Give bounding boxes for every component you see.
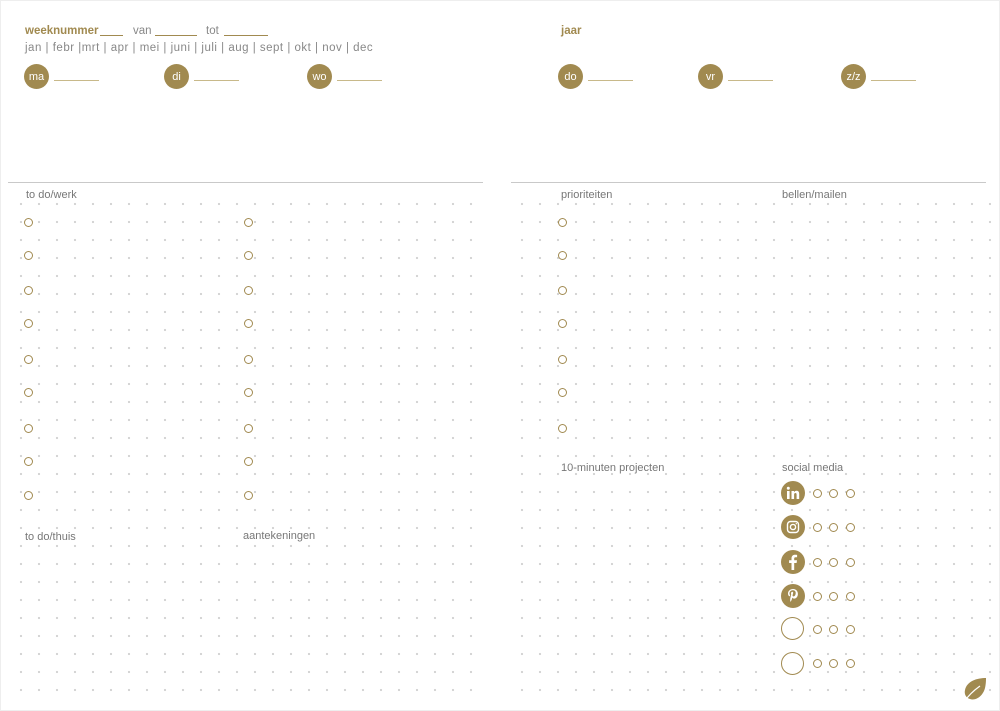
section-title-social-media: social media: [782, 462, 844, 474]
social-checkbox[interactable]: [813, 523, 822, 532]
instagram-icon-glyph: [786, 520, 800, 534]
todo-work-checkbox[interactable]: [24, 424, 33, 433]
planner-page: weeknummer van tot jan | febr |mrt | apr…: [0, 0, 1000, 711]
social-checkbox[interactable]: [846, 523, 855, 532]
social-checkbox[interactable]: [813, 489, 822, 498]
social-checkbox[interactable]: [813, 659, 822, 668]
social-checkbox[interactable]: [829, 558, 838, 567]
section-title-call-mail: bellen/mailen: [782, 189, 847, 201]
social-checkbox[interactable]: [829, 523, 838, 532]
social-checkbox[interactable]: [846, 558, 855, 567]
day-circle-do: do: [558, 64, 583, 89]
todo-work-checkbox[interactable]: [24, 355, 33, 364]
social-checkbox[interactable]: [813, 592, 822, 601]
todo-work-checkbox[interactable]: [244, 457, 253, 466]
from-label: van: [133, 25, 152, 37]
todo-work-checkbox[interactable]: [244, 251, 253, 260]
day-line-wo[interactable]: [337, 80, 382, 81]
pinterest-icon: [781, 584, 805, 608]
from-line[interactable]: [155, 35, 197, 36]
todo-work-checkbox[interactable]: [244, 218, 253, 227]
left-dot-grid: [12, 195, 487, 703]
right-divider: [511, 182, 986, 183]
todo-work-checkbox[interactable]: [244, 355, 253, 364]
week-number-label: weeknummer: [25, 25, 99, 37]
todo-work-checkbox[interactable]: [24, 319, 33, 328]
todo-work-checkbox[interactable]: [24, 457, 33, 466]
day-label: do: [564, 70, 577, 83]
week-number-line[interactable]: [100, 35, 123, 36]
day-circle-vr: vr: [698, 64, 723, 89]
social-checkbox[interactable]: [846, 489, 855, 498]
day-circle-zz: z/z: [841, 64, 866, 89]
instagram-icon: [781, 515, 805, 539]
section-title-todo-home: to do/thuis: [25, 531, 76, 543]
priority-checkbox[interactable]: [558, 388, 567, 397]
facebook-icon-glyph: [789, 554, 798, 570]
day-label: wo: [312, 70, 327, 83]
social-checkbox[interactable]: [829, 625, 838, 634]
to-label: tot: [206, 25, 219, 37]
month-list[interactable]: jan | febr |mrt | apr | mei | juni | jul…: [25, 42, 373, 54]
empty-social-icon[interactable]: [781, 617, 804, 640]
section-title-notes: aantekeningen: [243, 530, 316, 542]
todo-work-checkbox[interactable]: [244, 319, 253, 328]
todo-work-checkbox[interactable]: [244, 491, 253, 500]
day-line-ma[interactable]: [54, 80, 99, 81]
social-checkbox[interactable]: [846, 625, 855, 634]
day-line-zz[interactable]: [871, 80, 916, 81]
day-line-do[interactable]: [588, 80, 633, 81]
priority-checkbox[interactable]: [558, 286, 567, 295]
priority-checkbox[interactable]: [558, 218, 567, 227]
section-title-ten-minute-projects: 10-minuten projecten: [561, 462, 665, 474]
todo-work-checkbox[interactable]: [24, 491, 33, 500]
day-line-di[interactable]: [194, 80, 239, 81]
day-line-vr[interactable]: [728, 80, 773, 81]
priority-checkbox[interactable]: [558, 319, 567, 328]
todo-work-checkbox[interactable]: [244, 424, 253, 433]
to-line[interactable]: [224, 35, 268, 36]
section-title-todo-work: to do/werk: [26, 189, 77, 201]
social-checkbox[interactable]: [829, 592, 838, 601]
facebook-icon: [781, 550, 805, 574]
day-circle-wo: wo: [307, 64, 332, 89]
empty-social-icon[interactable]: [781, 652, 804, 675]
left-divider: [8, 182, 483, 183]
priority-checkbox[interactable]: [558, 355, 567, 364]
pinterest-icon-glyph: [788, 589, 798, 602]
social-checkbox[interactable]: [846, 659, 855, 668]
right-dot-grid: [513, 195, 991, 703]
todo-work-checkbox[interactable]: [24, 388, 33, 397]
todo-work-checkbox[interactable]: [244, 286, 253, 295]
day-label: vr: [705, 70, 716, 83]
priority-checkbox[interactable]: [558, 424, 567, 433]
linkedin-icon-glyph: [786, 486, 800, 499]
social-checkbox[interactable]: [813, 625, 822, 634]
linkedin-icon: [781, 481, 805, 505]
leaf-logo-icon: [963, 678, 986, 703]
day-label: di: [172, 70, 181, 83]
todo-work-checkbox[interactable]: [24, 286, 33, 295]
todo-work-checkbox[interactable]: [24, 218, 33, 227]
year-label: jaar: [561, 25, 582, 37]
social-checkbox[interactable]: [813, 558, 822, 567]
social-checkbox[interactable]: [846, 592, 855, 601]
day-label: ma: [28, 70, 45, 83]
social-checkbox[interactable]: [829, 659, 838, 668]
day-circle-ma: ma: [24, 64, 49, 89]
todo-work-checkbox[interactable]: [24, 251, 33, 260]
social-checkbox[interactable]: [829, 489, 838, 498]
priority-checkbox[interactable]: [558, 251, 567, 260]
todo-work-checkbox[interactable]: [244, 388, 253, 397]
section-title-priorities: prioriteiten: [561, 189, 613, 201]
day-label: z/z: [846, 70, 861, 83]
day-circle-di: di: [164, 64, 189, 89]
